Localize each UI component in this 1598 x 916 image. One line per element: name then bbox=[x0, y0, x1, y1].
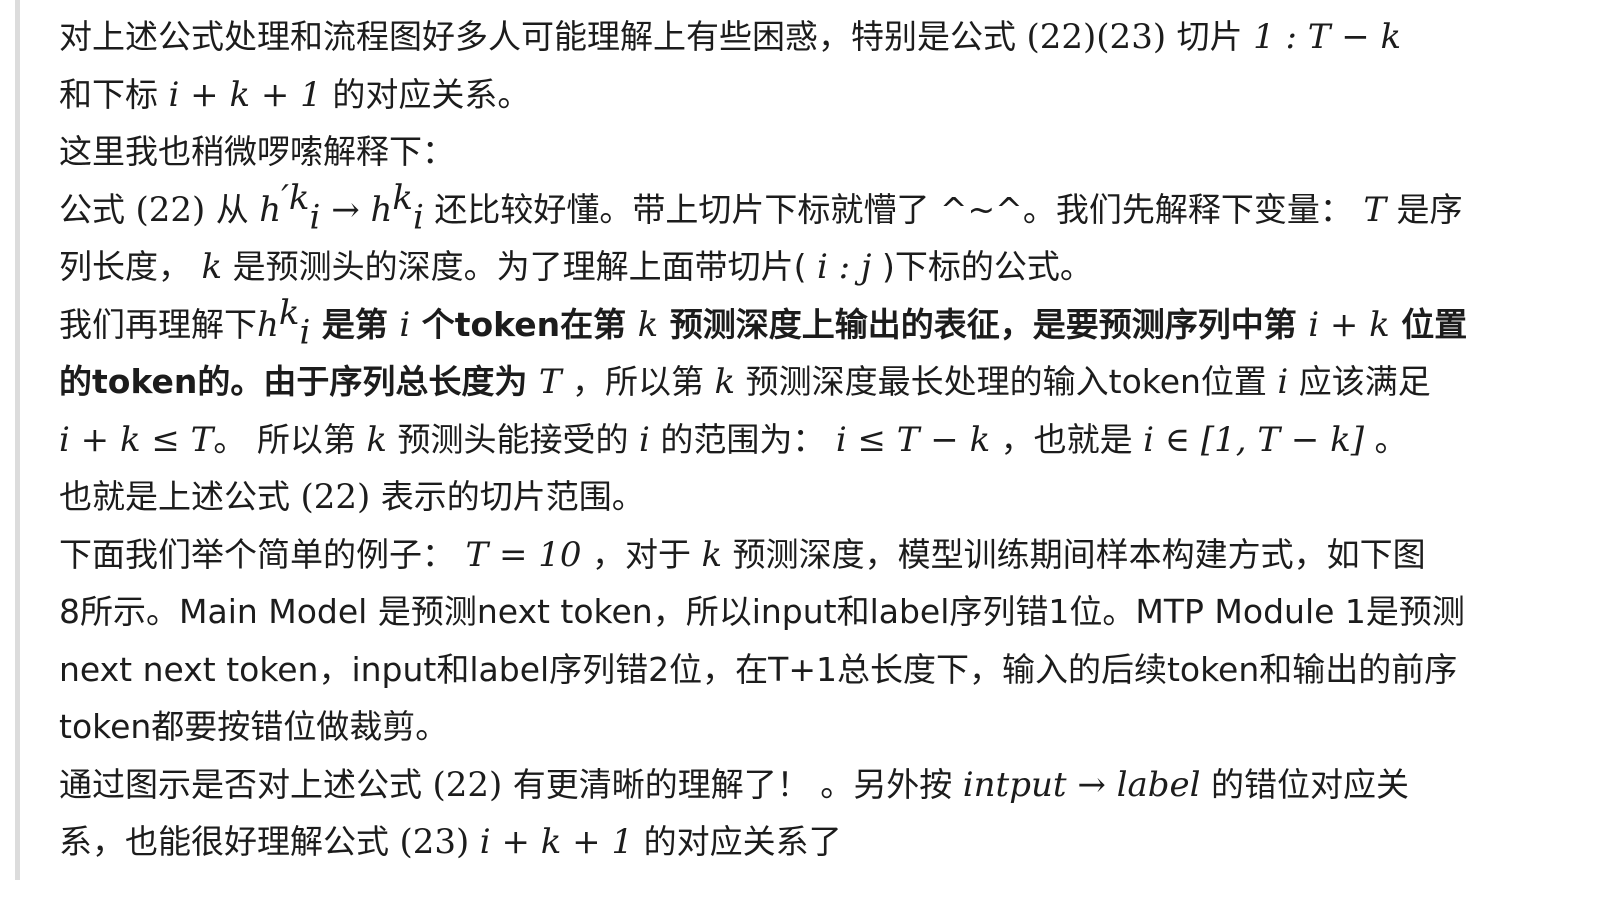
text-segment: 应该满足 bbox=[1288, 362, 1431, 401]
bold-text: 位置 bbox=[1389, 304, 1468, 344]
text-segment: 预测深度最长处理的输入token位置 bbox=[735, 362, 1278, 401]
math-expression: T bbox=[1363, 189, 1386, 230]
text-segment: 是预测头的深度。为了理解上面带切片( bbox=[222, 247, 817, 286]
math-expression: T bbox=[538, 362, 562, 402]
text-segment: ，所以第 bbox=[561, 362, 715, 401]
text-segment: next next token，input和label序列错2位，在T+1总长度… bbox=[59, 649, 1458, 689]
text-segment: 是序 bbox=[1386, 189, 1463, 229]
article-blockquote: 对上述公式处理和流程图好多人可能理解上有些困惑，特别是公式 (22)(23) 切… bbox=[0, 0, 1598, 916]
text-line: i + k ≤ T。 所以第 k 预测头能接受的 i 的范围为： i ≤ T −… bbox=[59, 411, 1579, 469]
text-segment: 有更清晰的理解了！ 。另外按 bbox=[502, 764, 963, 804]
text-segment: 的对应关系。 bbox=[321, 74, 531, 114]
bold-text: 预测深度上输出的表征，是要预测序列中第 bbox=[658, 304, 1309, 344]
text-line: 我们再理解下hki 是第 i 个token在第 k 预测深度上输出的表征，是要预… bbox=[59, 296, 1579, 354]
math-expression: (22) bbox=[135, 189, 206, 230]
math-expression: k bbox=[278, 292, 300, 333]
math-expression: i ≤ T − k bbox=[835, 419, 991, 460]
text-segment: 也就是上述公式 bbox=[59, 477, 301, 516]
math-expression: (23) bbox=[399, 822, 470, 862]
math-expression: k bbox=[637, 304, 659, 345]
text-segment: token都要按错位做裁剪。 bbox=[59, 707, 449, 746]
text-segment: 的对应关系了 bbox=[633, 822, 842, 861]
text-segment: 对上述公式处理和流程图好多人可能理解上有些困惑，特别是公式 bbox=[59, 17, 1027, 56]
math-expression: k bbox=[366, 419, 387, 460]
text-line: 8所示。Main Model 是预测next token，所以input和lab… bbox=[59, 583, 1579, 641]
text-segment: 和下标 bbox=[59, 74, 169, 114]
text-line: 的token的。由于序列总长度为 T ，所以第 k 预测深度最长处理的输入tok… bbox=[59, 353, 1579, 411]
math-expression: 1 : T − k bbox=[1253, 17, 1402, 57]
math-expression: k bbox=[201, 247, 223, 287]
math-expression: i ∈ [1, T − k] bbox=[1143, 419, 1364, 460]
text-segment: 预测深度，模型训练期间样本构建方式，如下图 bbox=[722, 534, 1426, 574]
bold-text: 是第 bbox=[310, 304, 400, 344]
text-line: token都要按错位做裁剪。 bbox=[59, 698, 1579, 756]
text-segment: 的错位对应关 bbox=[1200, 764, 1410, 804]
math-expression: i + k + 1 bbox=[168, 74, 322, 115]
text-line: 对上述公式处理和流程图好多人可能理解上有些困惑，特别是公式 (22)(23) 切… bbox=[59, 8, 1579, 66]
blockquote-content: 对上述公式处理和流程图好多人可能理解上有些困惑，特别是公式 (22)(23) 切… bbox=[59, 8, 1579, 871]
text-line: 下面我们举个简单的例子： T = 10 ，对于 k 预测深度，模型训练期间样本构… bbox=[59, 526, 1579, 584]
text-segment bbox=[469, 822, 480, 861]
math-expression: h bbox=[257, 304, 279, 345]
text-segment: 通过图示是否对上述公式 bbox=[59, 764, 433, 804]
text-segment: 表示的切片范围。 bbox=[370, 477, 645, 516]
text-segment: 。 所以第 bbox=[213, 419, 367, 459]
math-expression: (22)(23) bbox=[1026, 17, 1167, 57]
math-expression: i bbox=[309, 197, 321, 238]
math-expression: i + k bbox=[1308, 304, 1390, 345]
text-segment: 的范围为： bbox=[649, 419, 836, 459]
bold-text: 个token在第 bbox=[410, 304, 638, 344]
text-line: 和下标 i + k + 1 的对应关系。 bbox=[59, 66, 1579, 124]
text-segment: 预测头能接受的 bbox=[386, 419, 639, 459]
text-segment: 系，也能很好理解公式 bbox=[59, 822, 400, 861]
math-expression: i bbox=[638, 419, 650, 460]
math-expression: T = 10 bbox=[465, 534, 582, 575]
math-expression: i + k ≤ T bbox=[59, 419, 214, 460]
math-expression: i bbox=[399, 304, 411, 345]
math-expression: i + k + 1 bbox=[479, 822, 634, 862]
text-line: next next token，input和label序列错2位，在T+1总长度… bbox=[59, 641, 1579, 699]
math-expression: k bbox=[392, 177, 414, 218]
math-expression: (22) bbox=[432, 764, 503, 805]
math-expression: i bbox=[1277, 362, 1289, 402]
text-segment: 还比较好懂。带上切片下标就懵了 ^~^。我们先解释下变量： bbox=[423, 189, 1364, 229]
text-segment: 8所示。Main Model 是预测next token，所以input和lab… bbox=[59, 592, 1465, 631]
text-segment: 切片 bbox=[1166, 17, 1254, 56]
text-line: 公式 (22) 从 h′ki → hki 还比较好懂。带上切片下标就懵了 ^~^… bbox=[59, 181, 1579, 239]
text-segment: 从 bbox=[205, 189, 260, 229]
math-expression: k bbox=[701, 534, 723, 575]
text-line: 系，也能很好理解公式 (23) i + k + 1 的对应关系了 bbox=[59, 813, 1579, 871]
text-segment: 。 bbox=[1364, 419, 1408, 459]
math-expression: i bbox=[299, 312, 311, 353]
math-expression: i bbox=[413, 197, 424, 238]
math-expression: k bbox=[714, 362, 736, 402]
math-expression: intput → label bbox=[962, 764, 1201, 805]
math-expression: i : j bbox=[816, 247, 872, 287]
math-expression: → h bbox=[320, 189, 393, 230]
text-segment: ，对于 bbox=[581, 534, 702, 574]
math-expression: h bbox=[259, 189, 282, 230]
text-line: 通过图示是否对上述公式 (22) 有更清晰的理解了！ 。另外按 intput →… bbox=[59, 756, 1579, 814]
text-segment: 列长度， bbox=[59, 247, 202, 286]
text-segment: 下面我们举个简单的例子： bbox=[59, 534, 466, 574]
text-segment: )下标的公式。 bbox=[871, 247, 1093, 286]
math-expression: ′k bbox=[281, 177, 310, 218]
text-segment: ，也就是 bbox=[990, 419, 1144, 459]
text-line: 也就是上述公式 (22) 表示的切片范围。 bbox=[59, 468, 1579, 526]
bold-text: 的token的。由于序列总长度为 bbox=[59, 362, 539, 401]
text-segment: 公式 bbox=[59, 189, 136, 229]
text-segment: 这里我也稍微啰嗦解释下： bbox=[59, 132, 455, 171]
math-expression: (22) bbox=[300, 477, 371, 517]
blockquote-left-border bbox=[15, 0, 20, 880]
text-segment: 我们再理解下 bbox=[59, 304, 257, 344]
text-line: 这里我也稍微啰嗦解释下： bbox=[59, 123, 1579, 181]
text-line: 列长度， k 是预测头的深度。为了理解上面带切片( i : j )下标的公式。 bbox=[59, 238, 1579, 296]
